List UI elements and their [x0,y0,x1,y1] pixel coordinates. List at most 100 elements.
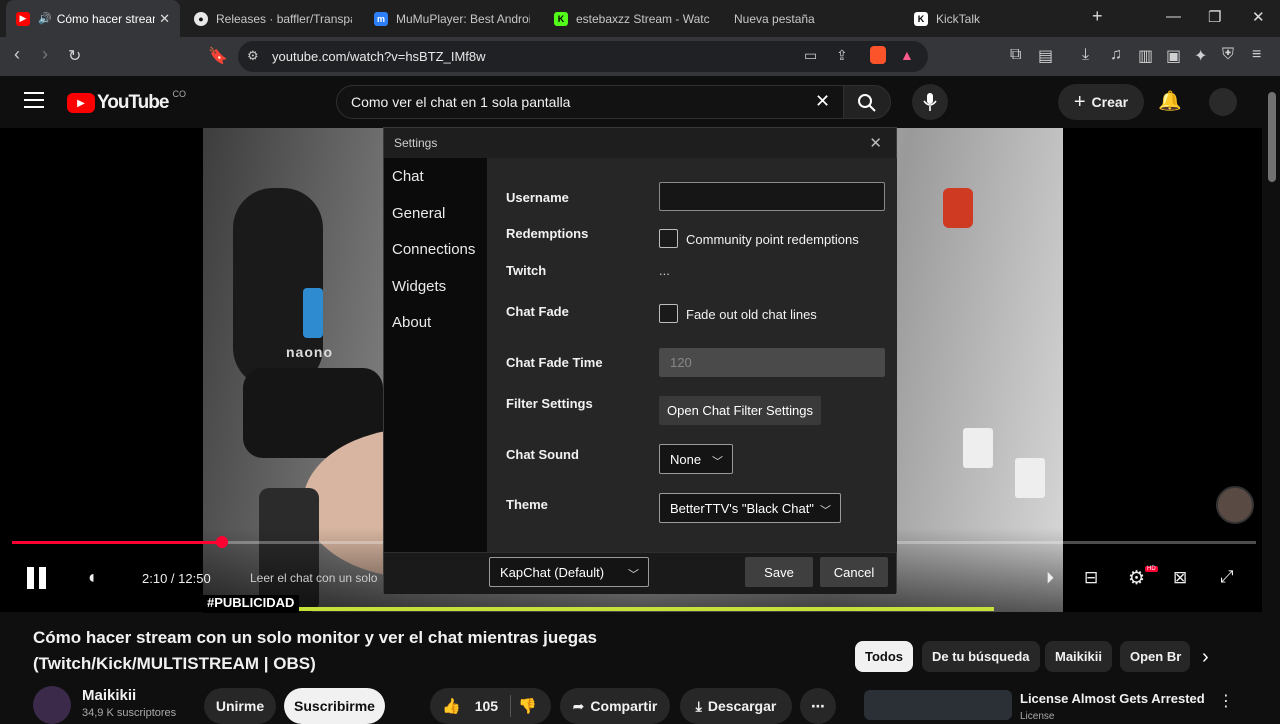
channel-watermark[interactable] [1216,486,1254,524]
twitch-value: ... [659,263,670,278]
url-text[interactable]: youtube.com/watch?v=hsBTZ_IMf8w [272,49,486,64]
download-arrow-icon: ⤓ [695,697,702,714]
site-info-icon[interactable]: ⚙ [247,48,259,64]
channel-name[interactable]: Maikikii [82,687,136,704]
recommendation-title[interactable]: License Almost Gets Arrested [1020,691,1205,706]
share-icon[interactable]: ⇪ [836,47,848,64]
preset-select[interactable]: KapChat (Default) ﹀ [489,557,649,587]
new-tab-icon[interactable]: + [1092,6,1103,27]
chat-sound-label: Chat Sound [506,447,579,462]
chat-fade-checkbox[interactable] [659,304,678,323]
youtube-logo[interactable]: ▶ YouTube CO [67,89,186,114]
logo-text: YouTube [97,92,169,113]
hamburger-menu-icon[interactable] [24,92,44,108]
menu-icon[interactable]: ≡ [1252,46,1261,64]
miniplayer-icon[interactable]: ⊠ [1173,568,1187,588]
pause-icon[interactable] [27,567,47,589]
tab-github[interactable]: ● Releases · baffler/Transpar [194,0,358,37]
dislike-icon[interactable]: 👎 [518,697,537,715]
chat-fade-time-field[interactable]: 120 [659,348,885,377]
nav-item-widgets[interactable]: Widgets [392,278,446,295]
music-icon[interactable]: ♫ [1110,46,1122,64]
download-button[interactable]: ⤓ Descargar [680,688,792,724]
fullscreen-icon[interactable]: ⤢ [1220,567,1234,587]
notifications-bell-icon[interactable]: 🔔 [1158,89,1182,113]
tab-title: estebaxzz Stream - Watch [576,11,710,26]
back-icon[interactable]: ‹ [14,44,20,65]
subscribe-button[interactable]: Suscribirme [284,688,385,724]
tab-kicktalk[interactable]: K KickTalk [914,0,1074,37]
save-button[interactable]: Save [745,557,813,587]
restore-icon[interactable]: ❐ [1208,8,1221,26]
volume-icon[interactable]: ◖ [86,567,97,588]
share-button[interactable]: ➦ Compartir [560,688,670,724]
reload-icon[interactable]: ↻ [68,46,81,66]
tab-mumuplayer[interactable]: m MuMuPlayer: Best Android [374,0,534,37]
chapter-title[interactable]: Leer el chat con un solo [250,571,377,585]
chip-todos[interactable]: Todos [855,641,914,672]
share-arrow-icon: ➦ [572,697,585,714]
page-scrollbar[interactable] [1268,92,1276,182]
chip-de-tu-busqueda[interactable]: De tu búsqueda [922,641,1040,672]
join-button[interactable]: Unirme [204,688,276,724]
theme-select[interactable]: BetterTTV's "Black Chat" ﹀ [659,493,841,523]
sidebar-icon[interactable]: ▥ [1138,46,1153,66]
recommendation-channel: License [1020,711,1055,722]
nav-item-about[interactable]: About [392,314,431,331]
chip-open-browser[interactable]: Open Br [1120,641,1190,672]
close-dialog-icon[interactable]: ✕ [869,134,882,152]
nav-item-chat[interactable]: Chat [392,168,424,185]
tab-title: MuMuPlayer: Best Android [396,11,530,26]
kick-icon: K [554,11,568,26]
username-field[interactable] [659,182,885,211]
recommendation-menu-icon[interactable]: ⋮ [1218,691,1234,711]
redemptions-checkbox[interactable] [659,229,678,248]
scrubber-handle[interactable] [216,536,228,548]
close-window-icon[interactable]: ✕ [1252,8,1265,26]
extensions-icon[interactable]: ⧉ [1010,46,1021,64]
settings-dialog: Settings ✕ Chat General Connections Widg… [383,127,897,594]
download-icon[interactable]: ⤓ [1082,46,1089,64]
reader-icon[interactable]: ▤ [1038,46,1053,66]
voice-search-button[interactable] [912,84,948,120]
search-query-text[interactable]: Como ver el chat en 1 sola pantalla [351,94,570,110]
channel-avatar[interactable] [33,686,71,724]
address-bar[interactable]: ⚙ youtube.com/watch?v=hsBTZ_IMf8w ▭ ⇪ ▲ [238,41,928,72]
like-icon[interactable]: 👍 [442,697,461,715]
cast-icon[interactable]: ▭ [804,47,817,64]
chevron-right-icon[interactable]: › [1202,646,1209,669]
brave-rewards-icon[interactable]: ▲ [900,47,914,63]
create-button[interactable]: + Crear [1058,84,1144,120]
nav-item-connections[interactable]: Connections [392,241,475,258]
clear-search-icon[interactable]: ✕ [815,91,830,112]
redemptions-label: Redemptions [506,226,589,241]
account-avatar[interactable] [1209,88,1237,116]
like-count[interactable]: 105 [475,698,498,714]
minimize-icon[interactable]: — [1166,8,1181,25]
settings-gear-icon[interactable]: ⚙ [1128,567,1145,590]
more-actions-icon[interactable]: ⋯ [800,688,836,724]
nav-item-general[interactable]: General [392,205,445,222]
tab-new-tab[interactable]: Nueva pestaña [734,0,894,37]
mumu-icon: m [374,11,388,26]
chat-fade-checkbox-label: Fade out old chat lines [686,307,817,322]
cancel-button[interactable]: Cancel [820,557,888,587]
subtitles-icon[interactable]: ⊟ [1084,568,1098,588]
autoplay-toggle-icon[interactable]: ⏵ [1046,570,1054,588]
leo-ai-icon[interactable]: ✦ [1194,46,1207,66]
tab-youtube[interactable]: ▶ 🔊 Cómo hacer stream ✕ [6,0,180,37]
open-chat-filter-button[interactable]: Open Chat Filter Settings [659,396,821,425]
search-button[interactable] [843,85,891,119]
wallet-icon[interactable]: ▣ [1166,46,1181,66]
forward-icon[interactable]: › [42,44,48,65]
recommendation-thumbnail[interactable] [864,690,1012,720]
chat-sound-select[interactable]: None ﹀ [659,444,733,474]
vpn-icon[interactable]: ⛨ [1222,46,1234,64]
search-input[interactable]: Como ver el chat en 1 sola pantalla ✕ [336,85,844,119]
dialog-footer: KapChat (Default) ﹀ Save Cancel [384,552,896,594]
tab-kick-stream[interactable]: K estebaxzz Stream - Watch [554,0,714,37]
brave-shields-icon[interactable] [870,46,886,64]
bookmark-icon[interactable]: 🔖 [208,46,228,66]
chip-maikikii[interactable]: Maikikii [1045,641,1112,672]
close-tab-icon[interactable]: ✕ [159,11,170,27]
